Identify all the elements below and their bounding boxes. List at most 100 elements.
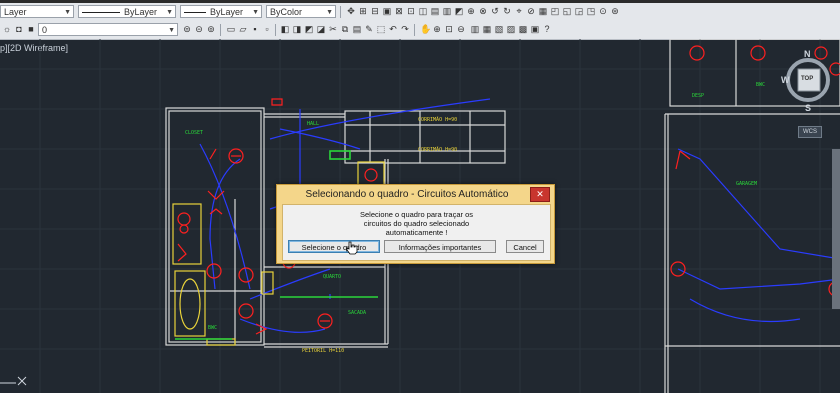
- label-quarto: QUARTO: [323, 274, 341, 280]
- tool-icon[interactable]: ⊘: [526, 6, 536, 17]
- compass-west[interactable]: W: [781, 75, 790, 85]
- separator: [340, 6, 341, 18]
- open-icon[interactable]: ▱: [238, 24, 248, 35]
- markup-icon[interactable]: ▩: [518, 24, 528, 35]
- layer-color-icon[interactable]: ■: [26, 24, 36, 35]
- layer-state-icon[interactable]: ⊝: [194, 24, 204, 35]
- tool-icon[interactable]: ⊞: [358, 6, 368, 17]
- lineweight-sample: [184, 12, 206, 14]
- layer-selector-label: 0: [42, 25, 48, 35]
- chevron-down-icon: ▼: [168, 27, 175, 34]
- paste-icon[interactable]: ▤: [352, 24, 362, 35]
- tool-icon[interactable]: ↻: [502, 6, 512, 17]
- separator: [220, 24, 221, 36]
- tool-icon[interactable]: ◱: [562, 6, 572, 17]
- dialog-message-line: automaticamente !: [385, 228, 448, 237]
- dialog-message-line: circuitos do quadro selecionado: [363, 219, 470, 228]
- copy-icon[interactable]: ⧉: [340, 24, 350, 35]
- wcs-menu[interactable]: WCS: [798, 126, 822, 138]
- viewcube-top[interactable]: TOP: [801, 76, 813, 82]
- tool-icon[interactable]: ◩: [454, 6, 464, 17]
- layer-prop-icon[interactable]: ⊜: [182, 24, 192, 35]
- tool-icon[interactable]: ◳: [586, 6, 596, 17]
- ucs-icon: [0, 376, 27, 386]
- close-button[interactable]: ✕: [530, 187, 550, 202]
- dialog-message: Selecione o quadro para traçar os circui…: [283, 210, 550, 237]
- tool-icon[interactable]: ▦: [538, 6, 548, 17]
- tool-icon[interactable]: ◲: [574, 6, 584, 17]
- hand-cursor-icon: [346, 241, 358, 255]
- design-center-icon[interactable]: ▦: [482, 24, 492, 35]
- tool-icon[interactable]: ↺: [490, 6, 500, 17]
- tool-icon[interactable]: ⊠: [394, 6, 404, 17]
- color-combo[interactable]: ByColor ▼: [266, 5, 336, 18]
- linetype-sample: [82, 12, 120, 14]
- new-icon[interactable]: ▭: [226, 24, 236, 35]
- separator: [275, 24, 276, 36]
- tool-icon[interactable]: ⊗: [478, 6, 488, 17]
- redo-icon[interactable]: ↷: [400, 24, 410, 35]
- tool-icon[interactable]: ⊙: [598, 6, 608, 17]
- sun-icon[interactable]: ☼: [2, 24, 12, 35]
- scrollbar[interactable]: [832, 149, 840, 309]
- layer-selector[interactable]: 0 ▼: [38, 23, 178, 36]
- compass-north[interactable]: N: [804, 49, 811, 59]
- calc-icon[interactable]: ▣: [530, 24, 540, 35]
- zoom-window-icon[interactable]: ⊡: [444, 24, 454, 35]
- chevron-down-icon: ▼: [166, 9, 173, 16]
- tool-icon[interactable]: ▥: [442, 6, 452, 17]
- tool-icon[interactable]: ⊡: [406, 6, 416, 17]
- label-peitoril: PEITORIL H=110: [302, 348, 344, 354]
- label-bwc-left: BWC: [208, 325, 217, 331]
- dialog-message-line: Selecione o quadro para traçar os: [360, 210, 473, 219]
- tool-icon[interactable]: ◫: [418, 6, 428, 17]
- plot-icon[interactable]: ◨: [292, 24, 302, 35]
- sheet-set-icon[interactable]: ▨: [506, 24, 516, 35]
- tool-palette-icon[interactable]: ▧: [494, 24, 504, 35]
- linetype-combo-label: ByLayer: [124, 7, 158, 17]
- zoom-prev-icon[interactable]: ⊖: [456, 24, 466, 35]
- publish-icon[interactable]: ◩: [304, 24, 314, 35]
- dialog-body: Selecione o quadro para traçar os circui…: [282, 204, 551, 261]
- label-hall: HALL: [307, 121, 319, 127]
- lineweight-combo-label: ByLayer: [210, 7, 244, 17]
- important-info-button[interactable]: Informações importantes: [384, 240, 496, 253]
- label-bwc-right: BWC: [756, 82, 765, 88]
- 3d-icon[interactable]: ◪: [316, 24, 326, 35]
- tool-icon[interactable]: ▤: [430, 6, 440, 17]
- layer-combo-label: Layer: [4, 7, 27, 17]
- help-icon[interactable]: ?: [542, 24, 552, 35]
- tool-icon[interactable]: ⊟: [370, 6, 380, 17]
- color-combo-label: ByColor: [270, 7, 303, 17]
- cut-icon[interactable]: ✂: [328, 24, 338, 35]
- undo-icon[interactable]: ↶: [388, 24, 398, 35]
- block-icon[interactable]: ⬚: [376, 24, 386, 35]
- properties-icon[interactable]: ▥: [470, 24, 480, 35]
- tool-icon[interactable]: ✥: [346, 6, 356, 17]
- match-icon[interactable]: ✎: [364, 24, 374, 35]
- lock-icon[interactable]: ◘: [14, 24, 24, 35]
- save-icon[interactable]: ▪: [250, 24, 260, 35]
- layer-combo[interactable]: Layer ▼: [0, 5, 74, 18]
- compass-south[interactable]: S: [805, 103, 811, 113]
- properties-toolbar: Layer ▼ ByLayer ▼ ByLayer ▼ ByColor ▼ ✥ ⊞ ⊟ …: [0, 3, 840, 22]
- layer-prev-icon[interactable]: ⊚: [206, 24, 216, 35]
- separator: [414, 24, 415, 36]
- tool-icon[interactable]: ⊕: [466, 6, 476, 17]
- print-icon[interactable]: ▫: [262, 24, 272, 35]
- chevron-down-icon: ▼: [326, 9, 333, 16]
- lineweight-combo[interactable]: ByLayer ▼: [180, 5, 262, 18]
- linetype-combo[interactable]: ByLayer ▼: [78, 5, 176, 18]
- tool-icon[interactable]: ⊛: [610, 6, 620, 17]
- select-panel-button[interactable]: Selecione o quadro: [288, 240, 380, 253]
- zoom-icon[interactable]: ⊕: [432, 24, 442, 35]
- label-corridor-1: CORRIMÃO H=90: [418, 116, 457, 123]
- cancel-button[interactable]: Cancel: [506, 240, 544, 253]
- standard-toolbar: ☼ ◘ ■ 0 ▼ ⊜ ⊝ ⊚ ▭ ▱ ▪ ▫ ◧ ◨ ◩ ◪ ✂ ⧉ ▤ ✎ ⬚…: [0, 21, 840, 40]
- tool-icon[interactable]: ◰: [550, 6, 560, 17]
- tool-icon[interactable]: ⌖: [514, 6, 524, 17]
- preview-icon[interactable]: ◧: [280, 24, 290, 35]
- tool-icon[interactable]: ▣: [382, 6, 392, 17]
- pan-icon[interactable]: ✋: [420, 24, 431, 35]
- dialog: Selecionando o quadro - Circuitos Automá…: [276, 184, 555, 264]
